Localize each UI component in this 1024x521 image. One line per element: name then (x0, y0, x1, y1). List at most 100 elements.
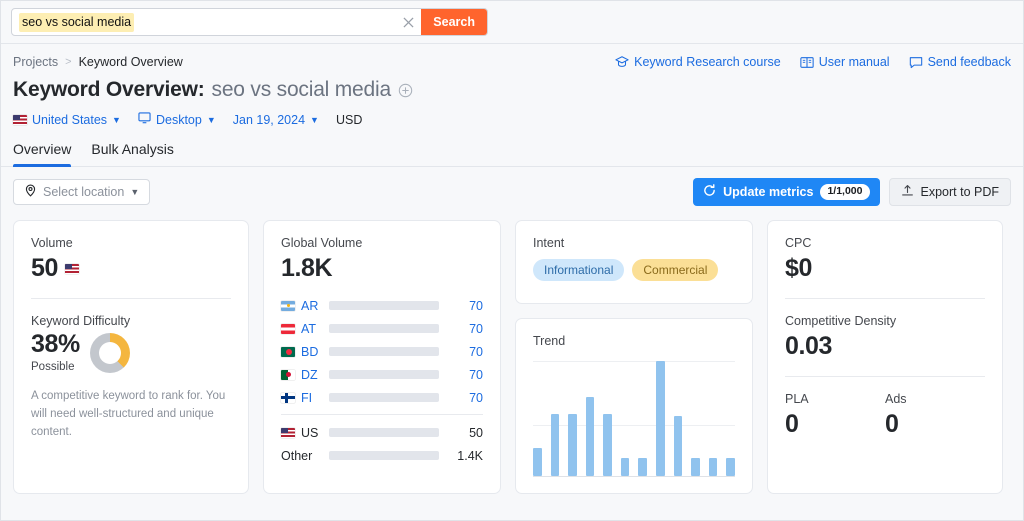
ar-flag-icon (281, 300, 295, 311)
page-title-keyword: seo vs social media (211, 78, 392, 101)
ads-label: Ads (885, 392, 907, 406)
chevron-down-icon: ▼ (130, 187, 140, 197)
export-to-pdf-button[interactable]: Export to PDF (888, 178, 1011, 206)
tab-overview[interactable]: Overview (13, 141, 72, 167)
volume-card: Volume 50 Keyword Difficulty 38% Possibl… (13, 220, 249, 494)
update-metrics-button[interactable]: Update metrics 1/1,000 (693, 178, 880, 206)
pla-label: PLA (785, 392, 809, 406)
country-code: US (301, 425, 319, 440)
trend-bar[interactable] (673, 416, 683, 476)
toolbar-actions: Update metrics 1/1,000 Export to PDF (693, 178, 1011, 206)
table-row: Other 1.4K (281, 444, 483, 467)
location-placeholder: Select location (43, 185, 125, 199)
trend-bar[interactable] (620, 457, 630, 476)
trend-bar[interactable] (550, 413, 560, 476)
intent-card: Intent Informational Commercial (515, 220, 753, 304)
top-bar: Projects > Keyword Overview Keyword Rese… (1, 44, 1023, 69)
table-row[interactable]: AR 70 (281, 294, 483, 317)
tab-bulk-analysis[interactable]: Bulk Analysis (91, 141, 173, 166)
volume-cell: 70 (469, 390, 483, 405)
export-to-pdf-label: Export to PDF (920, 185, 1000, 199)
device-label: Desktop (155, 112, 202, 127)
chart-baseline (533, 476, 735, 477)
chevron-down-icon: ▼ (310, 114, 319, 125)
upload-icon (901, 184, 914, 200)
toolbar: Select location ▼ Update metrics 1/1,000… (1, 167, 1023, 206)
global-volume-rows: AR 70 AT 70 BD 70 DZ 70 FI 70 US 50 Othe… (281, 294, 483, 467)
other-label: Other (281, 448, 313, 463)
country-code: AR (301, 298, 319, 313)
country-cell: AR (281, 299, 323, 313)
pla-ads-row: PLA 0 Ads 0 (785, 392, 985, 439)
plus-circle-icon[interactable] (398, 83, 413, 98)
cpc-value: $0 (785, 254, 813, 282)
us-flag-icon (13, 114, 27, 125)
date-selector[interactable]: Jan 19, 2024 ▼ (233, 113, 319, 127)
country-code: BD (301, 344, 319, 359)
divider (785, 376, 985, 377)
country-cell: FI (281, 391, 323, 405)
intent-trend-column: Intent Informational Commercial Trend (515, 220, 753, 494)
trend-bar[interactable] (568, 413, 577, 476)
table-row[interactable]: AT 70 (281, 317, 483, 340)
trend-label: Trend (533, 334, 566, 348)
breadcrumb-projects[interactable]: Projects (13, 55, 58, 69)
table-row[interactable]: BD 70 (281, 340, 483, 363)
keyword-overview-app: seo vs social media Search Projects > Ke… (0, 0, 1024, 521)
cpc-label: CPC (785, 236, 812, 250)
country-cell: DZ (281, 368, 323, 382)
trend-bar[interactable] (585, 396, 595, 476)
table-row[interactable]: FI 70 (281, 386, 483, 409)
chevron-down-icon: ▼ (112, 114, 121, 125)
table-row[interactable]: DZ 70 (281, 363, 483, 386)
volume-bar (329, 393, 439, 402)
intent-tag-commercial[interactable]: Commercial (632, 259, 719, 281)
volume-label: Volume (31, 236, 73, 250)
trend-bar[interactable] (691, 457, 700, 476)
breadcrumb-separator: > (65, 56, 72, 68)
intent-tag-informational[interactable]: Informational (533, 259, 625, 281)
country-cell: US (281, 426, 323, 440)
metrics-card: CPC $0 Competitive Density 0.03 PLA 0 Ad… (767, 220, 1003, 494)
volume-bar (329, 324, 439, 333)
device-selector[interactable]: Desktop ▼ (138, 112, 216, 127)
location-selector[interactable]: Select location ▼ (13, 179, 151, 205)
keyword-difficulty-donut (89, 332, 130, 373)
trend-bar[interactable] (638, 457, 648, 476)
trend-bar[interactable] (726, 457, 735, 476)
keyword-research-course-label: Keyword Research course (634, 55, 781, 69)
map-pin-icon (24, 184, 37, 200)
trend-card: Trend (515, 318, 753, 494)
meta-row: United States ▼ Desktop ▼ Jan 19, 2024 ▼… (13, 112, 1011, 127)
trend-bar[interactable] (656, 361, 665, 476)
speech-bubble-icon (909, 56, 923, 69)
volume-column: Volume 50 Keyword Difficulty 38% Possibl… (13, 220, 249, 494)
search-button[interactable]: Search (421, 9, 487, 35)
trend-bar[interactable] (708, 457, 718, 476)
keyword-research-course-link[interactable]: Keyword Research course (615, 55, 781, 69)
desktop-icon (138, 112, 151, 127)
country-code: DZ (301, 367, 318, 382)
page-title: Keyword Overview: seo vs social media (13, 78, 1011, 102)
search-input[interactable]: seo vs social media (12, 9, 395, 35)
volume-cell: 70 (469, 298, 483, 313)
close-icon[interactable] (395, 9, 421, 35)
divider (785, 298, 985, 299)
send-feedback-link[interactable]: Send feedback (909, 55, 1011, 69)
search-field-wrapper[interactable]: seo vs social media Search (11, 8, 488, 36)
trend-bar[interactable] (603, 413, 612, 476)
volume-cell: 70 (469, 344, 483, 359)
country-label: United States (32, 112, 108, 127)
divider (31, 298, 231, 299)
keyword-difficulty-status: Possible (31, 361, 75, 373)
fi-flag-icon (281, 392, 295, 403)
keyword-difficulty-label: Keyword Difficulty (31, 314, 131, 328)
us-flag-icon (65, 263, 80, 274)
trend-bar[interactable] (533, 448, 542, 476)
user-manual-link[interactable]: User manual (800, 55, 890, 69)
country-cell: AT (281, 322, 323, 336)
country-selector[interactable]: United States ▼ (13, 113, 121, 127)
keyword-difficulty-row: 38% Possible (31, 332, 231, 373)
intent-label: Intent (533, 236, 565, 250)
volume-cell: 1.4K (457, 448, 483, 463)
